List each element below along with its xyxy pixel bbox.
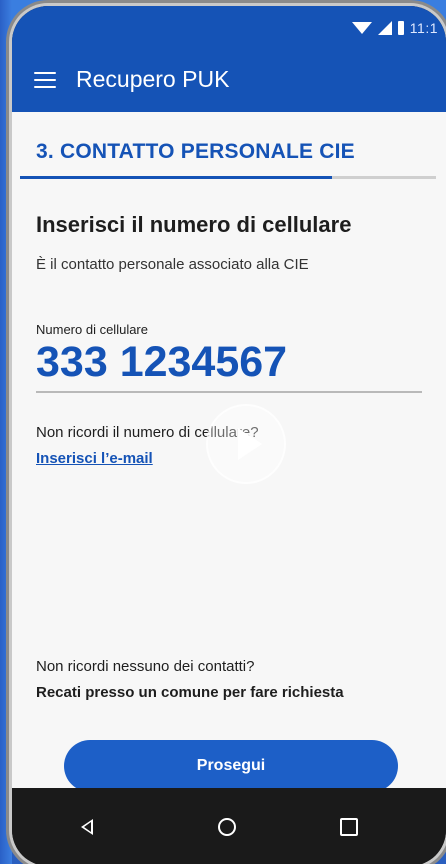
phone-field-label: Numero di cellulare bbox=[36, 322, 148, 337]
insert-email-link[interactable]: Inserisci l’e-mail bbox=[36, 450, 153, 467]
phone-frame: 11:1 Recupero PUK 3. CONTATTO PERSONALE … bbox=[12, 6, 446, 864]
status-bar: 11:1 bbox=[12, 6, 446, 50]
phone-number-input[interactable] bbox=[36, 338, 422, 393]
home-icon[interactable] bbox=[212, 812, 242, 842]
hamburger-menu-icon[interactable] bbox=[34, 72, 56, 90]
proceed-button[interactable]: Prosegui bbox=[64, 740, 398, 792]
form-subtext: È il contatto personale associato alla C… bbox=[36, 256, 309, 273]
go-to-office-text: Recati presso un comune per fare richies… bbox=[36, 684, 344, 701]
system-navigation-bar bbox=[12, 788, 446, 864]
status-icons: 11:1 bbox=[351, 20, 438, 36]
signal-icon bbox=[377, 21, 392, 35]
main-content: 3. CONTATTO PERSONALE CIE Inserisci il n… bbox=[12, 112, 446, 792]
play-icon[interactable] bbox=[206, 404, 286, 484]
form-heading: Inserisci il numero di cellulare bbox=[36, 212, 352, 237]
battery-icon bbox=[397, 21, 404, 35]
background-edge bbox=[0, 0, 12, 864]
step-progress-bar bbox=[20, 176, 332, 179]
screen: 11:1 Recupero PUK 3. CONTATTO PERSONALE … bbox=[0, 0, 446, 864]
app-bar: Recupero PUK bbox=[12, 50, 446, 112]
step-title: 3. CONTATTO PERSONALE CIE bbox=[36, 140, 355, 163]
step-progress-track bbox=[20, 176, 436, 179]
back-icon[interactable] bbox=[72, 812, 102, 842]
app-title: Recupero PUK bbox=[76, 66, 230, 92]
status-time: 11:1 bbox=[409, 20, 438, 36]
no-contacts-text: Non ricordi nessuno dei contatti? bbox=[36, 658, 255, 675]
wifi-icon bbox=[351, 22, 372, 34]
recents-icon[interactable] bbox=[334, 812, 364, 842]
